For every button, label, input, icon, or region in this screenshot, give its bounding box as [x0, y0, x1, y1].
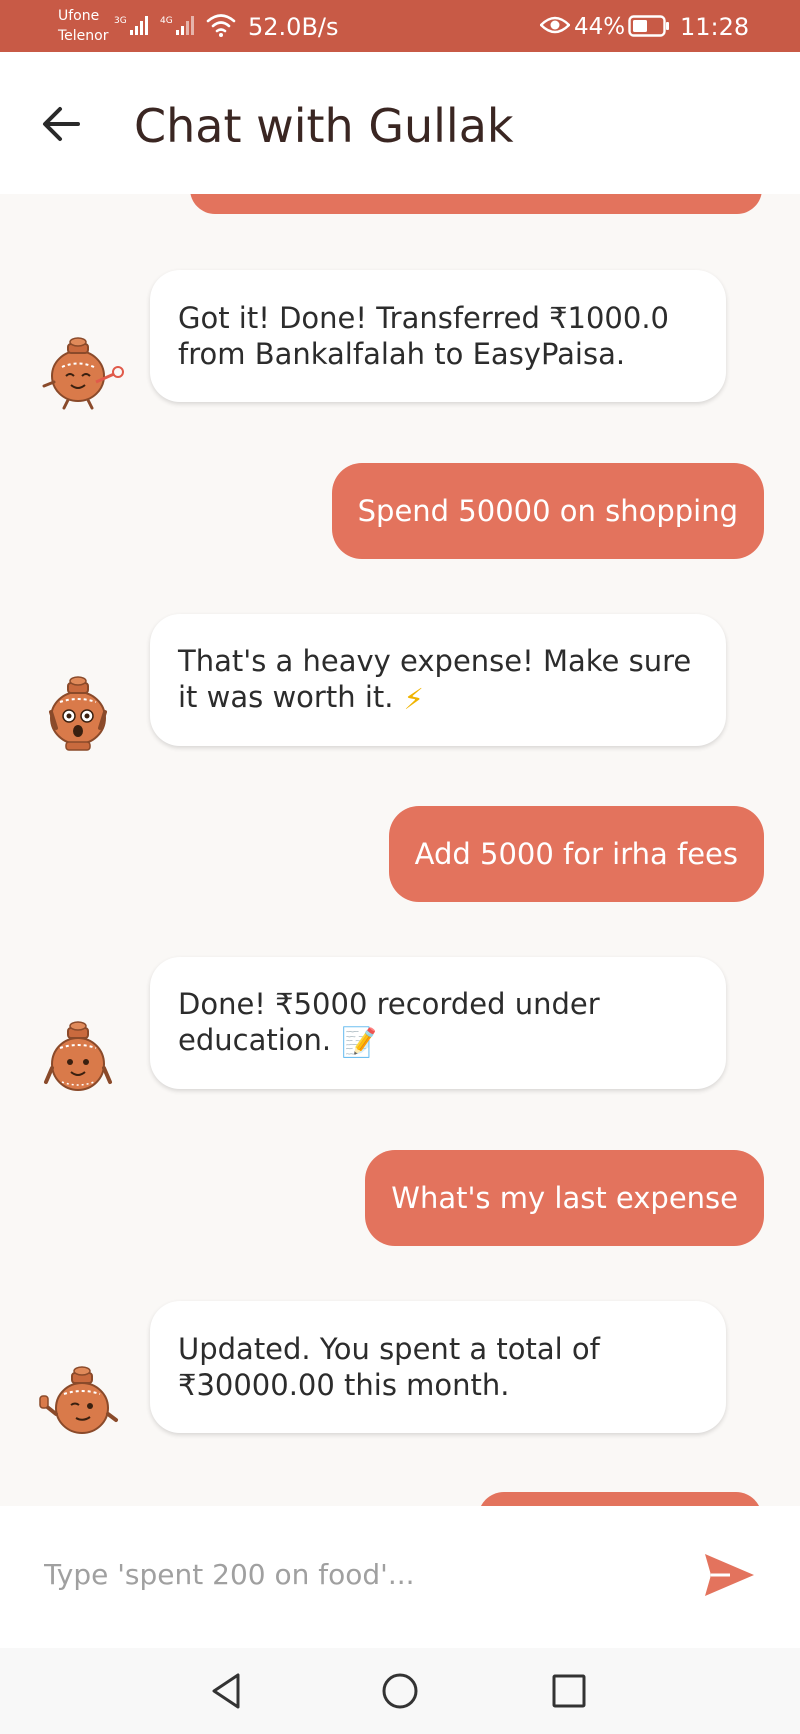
wifi-icon — [206, 14, 236, 37]
bot-message-text: Got it! Done! Transferred ₹1000.0 from B… — [178, 301, 669, 371]
bot-message-bubble: Got it! Done! Transferred ₹1000.0 from B… — [150, 270, 726, 402]
battery-percentage: 44% — [574, 14, 626, 40]
bot-message-bubble: That's a heavy expense! Make sure it was… — [150, 614, 726, 746]
user-message-text: What's my last expense — [391, 1181, 738, 1215]
nav-home-icon[interactable] — [379, 1670, 421, 1712]
eye-icon — [540, 16, 570, 34]
signal-1-type: 3G — [114, 16, 127, 26]
bot-message-text: Done! ₹5000 recorded under education. — [178, 987, 600, 1057]
app-bar: Chat with Gullak — [0, 52, 800, 194]
carrier-names: Ufone Telenor — [58, 6, 108, 46]
carrier-1: Ufone — [58, 8, 100, 24]
send-icon[interactable] — [700, 1546, 758, 1604]
user-message-bubble: Add 5000 for irha fees — [388, 806, 764, 902]
status-bar: Ufone Telenor 3G 4G 52.0B/s 44% 11:28 — [0, 0, 800, 52]
gullak-party-icon — [42, 337, 124, 410]
user-message-text: Spend 50000 on shopping — [357, 494, 738, 528]
gullak-shocked-icon — [49, 676, 107, 751]
back-arrow-icon[interactable] — [34, 96, 90, 152]
battery-icon — [628, 15, 669, 37]
bot-message-bubble: Done! ₹5000 recorded under education. 📝 — [150, 957, 726, 1089]
message-input-bar — [0, 1506, 800, 1648]
message-input[interactable] — [44, 1546, 664, 1602]
bot-message-text: Updated. You spent a total of ₹30000.00 … — [178, 1332, 600, 1402]
signal-3g-icon: 3G — [114, 16, 148, 35]
user-message-text: Add 5000 for irha fees — [414, 837, 738, 871]
signal-2-type: 4G — [160, 16, 173, 26]
memo-icon: 📝 — [341, 1025, 378, 1059]
bot-message-text: That's a heavy expense! Make sure it was… — [178, 644, 692, 714]
network-speed: 52.0B/s — [248, 13, 339, 41]
user-message-bubble: What's my last expense — [365, 1150, 764, 1246]
lightning-icon: ⚡ — [403, 682, 424, 716]
bot-message-bubble: Updated. You spent a total of ₹30000.00 … — [150, 1301, 726, 1433]
user-message-bubble: Spend 50000 on shopping — [331, 463, 764, 559]
partial-user-bubble-bottom — [478, 1492, 762, 1506]
page-title: Chat with Gullak — [134, 99, 514, 153]
signal-4g-icon: 4G — [160, 16, 194, 35]
nav-back-icon[interactable] — [206, 1670, 248, 1712]
chat-message-list[interactable]: Got it! Done! Transferred ₹1000.0 from B… — [0, 194, 800, 1506]
clock: 11:28 — [680, 13, 750, 41]
nav-recents-icon[interactable] — [548, 1670, 590, 1712]
partial-user-bubble-top — [190, 194, 762, 214]
gullak-smile-icon — [44, 1021, 112, 1091]
gullak-thumbs-up-icon — [39, 1366, 118, 1434]
carrier-2: Telenor — [58, 28, 109, 44]
system-navigation-bar — [0, 1648, 800, 1734]
